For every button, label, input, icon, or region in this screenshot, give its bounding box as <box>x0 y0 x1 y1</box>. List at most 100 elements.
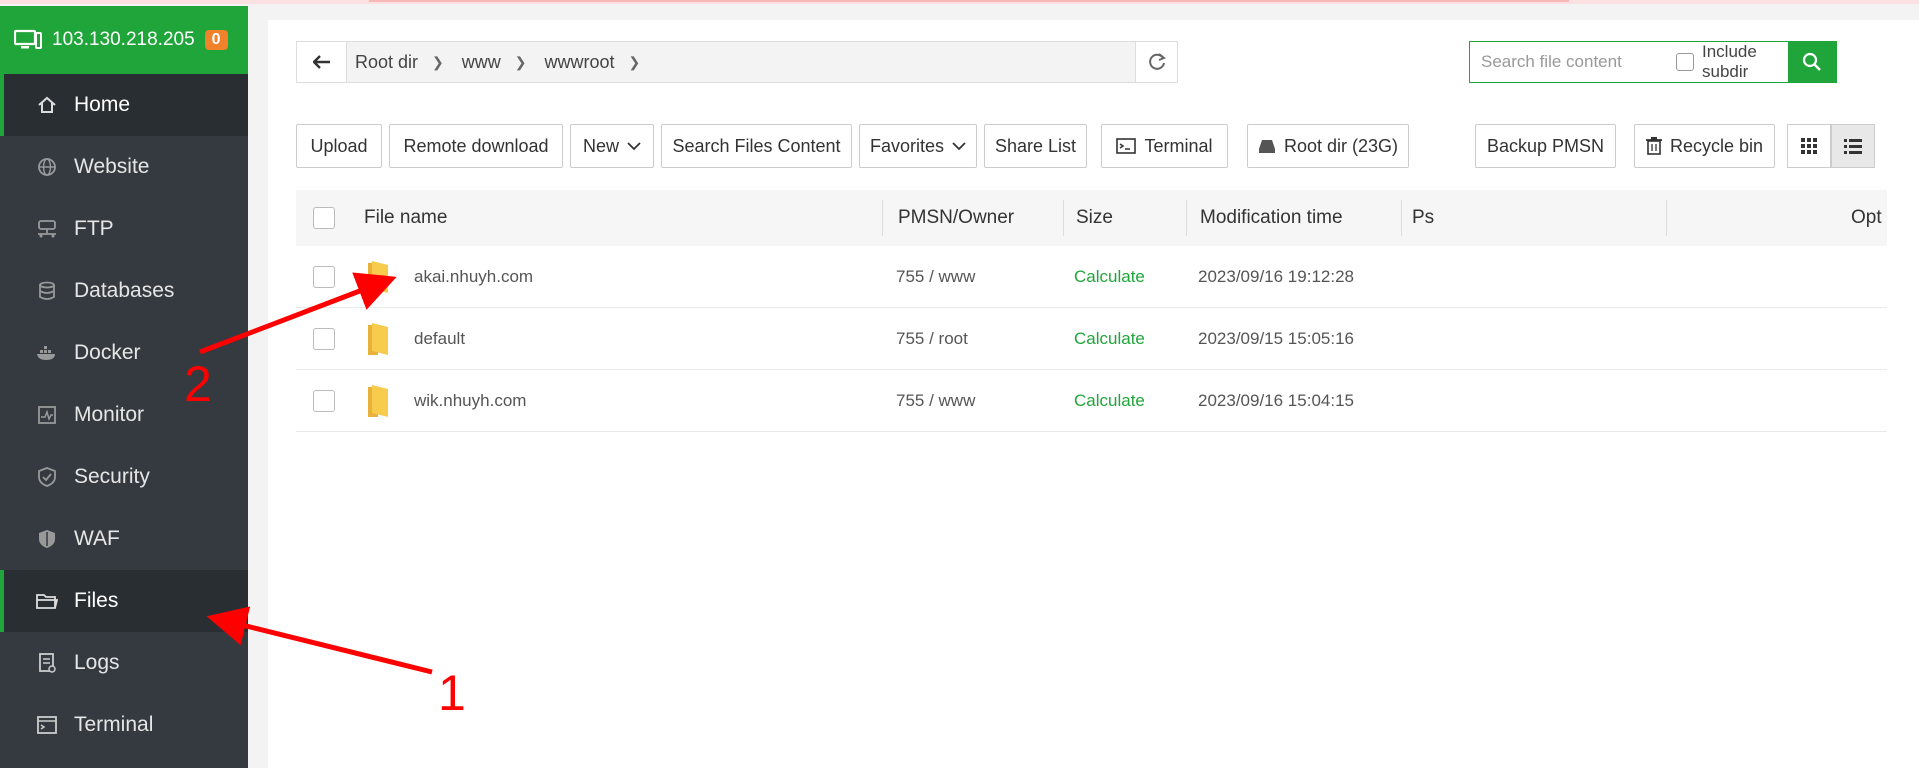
table-row[interactable]: wik.nhuyh.com 755 / www Calculate 2023/0… <box>296 370 1887 432</box>
sidebar-item-label: Website <box>74 155 150 178</box>
grid-icon <box>1801 138 1817 154</box>
chevron-right-icon: ❯ <box>432 53 444 70</box>
root-dir-disk-button[interactable]: Root dir (23G) <box>1247 124 1409 168</box>
home-icon <box>36 94 58 116</box>
sidebar-item-home[interactable]: Home <box>0 74 248 136</box>
grid-view-button[interactable] <box>1787 124 1831 168</box>
sidebar-item-label: Security <box>74 465 150 488</box>
recycle-bin-button[interactable]: Recycle bin <box>1634 124 1775 168</box>
file-name[interactable]: default <box>414 308 465 370</box>
search-files-content-button[interactable]: Search Files Content <box>661 124 852 168</box>
notification-badge[interactable]: 0 <box>204 30 228 50</box>
calculate-size-link[interactable]: Calculate <box>1074 370 1145 432</box>
file-name[interactable]: akai.nhuyh.com <box>414 246 533 308</box>
favorites-label: Favorites <box>869 135 945 156</box>
remote-download-label: Remote download <box>403 135 549 156</box>
share-list-button[interactable]: Share List <box>984 124 1087 168</box>
sidebar-item-waf[interactable]: WAF <box>0 508 248 570</box>
table-row[interactable]: akai.nhuyh.com 755 / www Calculate 2023/… <box>296 246 1887 308</box>
header-modification-time[interactable]: Modification time <box>1200 190 1343 246</box>
sidebar-item-terminal[interactable]: Terminal <box>0 694 248 756</box>
folder-icon <box>36 590 58 612</box>
database-icon <box>36 280 58 302</box>
annotation-number-1: 1 <box>438 665 466 721</box>
server-ip: 103.130.218.205 <box>52 29 195 50</box>
sidebar-item-databases[interactable]: Databases <box>0 260 248 322</box>
root-dir-label: Root dir (23G) <box>1283 135 1399 156</box>
header-file-name[interactable]: File name <box>364 190 447 246</box>
file-permission[interactable]: 755 / www <box>896 246 975 308</box>
sidebar-item-label: Files <box>74 589 119 612</box>
terminal-icon <box>36 714 58 736</box>
sidebar-item-ftp[interactable]: FTP <box>0 198 248 260</box>
list-view-button[interactable] <box>1831 124 1875 168</box>
folder-icon <box>368 385 388 417</box>
row-checkbox[interactable] <box>313 328 335 350</box>
new-button[interactable]: New <box>570 124 654 168</box>
file-manager-panel: Root dir ❯ www ❯ wwwroot ❯ Include subdi… <box>268 20 1919 768</box>
server-icon <box>14 29 42 49</box>
globe-icon <box>36 156 58 178</box>
chevron-right-icon[interactable]: ❯ <box>629 54 641 71</box>
search-button[interactable] <box>1788 42 1836 82</box>
path-bar: Root dir ❯ www ❯ wwwroot ❯ <box>296 41 1178 83</box>
sidebar-item-label: Databases <box>74 279 175 302</box>
header-size[interactable]: Size <box>1076 190 1113 246</box>
calculate-size-link[interactable]: Calculate <box>1074 246 1145 308</box>
table-row[interactable]: default 755 / root Calculate 2023/09/15 … <box>296 308 1887 370</box>
file-mtime: 2023/09/16 15:04:15 <box>1198 391 1354 410</box>
breadcrumb: Root dir ❯ www ❯ wwwroot ❯ <box>347 42 1135 82</box>
waf-icon <box>36 528 58 550</box>
docker-icon <box>36 342 58 364</box>
terminal-button[interactable]: Terminal <box>1101 124 1228 168</box>
select-all-checkbox[interactable] <box>313 207 335 229</box>
sidebar-item-files[interactable]: Files <box>0 570 248 632</box>
row-checkbox[interactable] <box>313 390 335 412</box>
monitor-icon <box>36 404 58 426</box>
sidebar-item-label: WAF <box>74 527 120 550</box>
share-list-label: Share List <box>994 135 1077 156</box>
row-checkbox[interactable] <box>313 266 335 288</box>
upload-button[interactable]: Upload <box>296 124 382 168</box>
sidebar-item-security[interactable]: Security <box>0 446 248 508</box>
logs-icon <box>36 652 58 674</box>
breadcrumb-root[interactable]: Root dir <box>355 52 418 73</box>
terminal-label: Terminal <box>1144 135 1213 156</box>
sidebar-item-label: Logs <box>74 651 120 674</box>
top-border <box>0 0 1919 4</box>
favorites-button[interactable]: Favorites <box>859 124 977 168</box>
breadcrumb-www[interactable]: www <box>462 52 501 73</box>
arrow-left-icon <box>312 55 330 69</box>
header-ps[interactable]: Ps <box>1412 190 1434 246</box>
file-permission[interactable]: 755 / root <box>896 308 968 370</box>
sidebar-item-label: Docker <box>74 341 141 364</box>
disk-icon <box>1258 140 1275 153</box>
backup-pmsn-button[interactable]: Backup PMSN <box>1475 124 1616 168</box>
file-name[interactable]: wik.nhuyh.com <box>414 370 526 432</box>
sidebar-item-label: FTP <box>74 217 114 240</box>
backup-label: Backup PMSN <box>1486 135 1605 156</box>
server-header[interactable]: 103.130.218.205 0 <box>0 6 248 74</box>
search-files-label: Search Files Content <box>672 135 841 156</box>
recycle-bin-label: Recycle bin <box>1669 135 1764 156</box>
chevron-right-icon: ❯ <box>514 53 527 70</box>
search-icon <box>1802 52 1821 71</box>
file-permission[interactable]: 755 / www <box>896 370 975 432</box>
breadcrumb-wwwroot[interactable]: wwwroot <box>545 52 615 73</box>
header-pmsn-owner[interactable]: PMSN/Owner <box>898 190 1014 246</box>
header-opt: Opt <box>1851 207 1882 228</box>
ftp-icon <box>36 218 58 240</box>
refresh-button[interactable] <box>1135 42 1177 82</box>
sidebar-item-website[interactable]: Website <box>0 136 248 198</box>
list-icon <box>1844 139 1862 154</box>
remote-download-button[interactable]: Remote download <box>389 124 563 168</box>
trash-icon <box>1645 137 1662 155</box>
folder-icon <box>368 323 388 355</box>
file-mtime: 2023/09/15 15:05:16 <box>1198 329 1354 348</box>
include-subdir-checkbox[interactable] <box>1676 53 1694 71</box>
search-input[interactable] <box>1470 43 1676 81</box>
refresh-icon <box>1148 53 1166 70</box>
sidebar-item-logs[interactable]: Logs <box>0 632 248 694</box>
calculate-size-link[interactable]: Calculate <box>1074 308 1145 370</box>
back-button[interactable] <box>297 42 347 82</box>
